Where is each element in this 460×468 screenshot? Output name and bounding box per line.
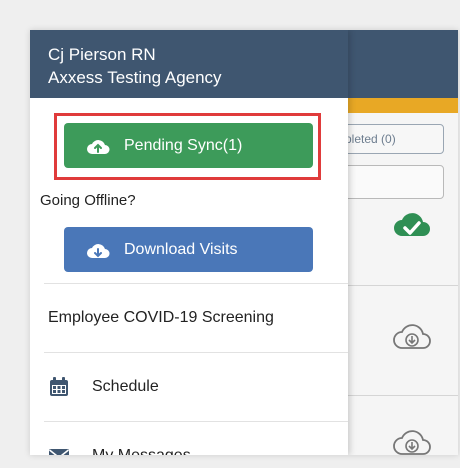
envelope-icon <box>49 449 69 455</box>
list-divider <box>348 395 458 396</box>
cloud-download-icon[interactable] <box>392 428 432 455</box>
screenshot-frame: pleted (0) Cj Pierson RN Axxess Testing … <box>0 0 460 468</box>
download-visits-button[interactable]: Download Visits <box>64 227 313 272</box>
download-visits-label: Download Visits <box>124 240 238 258</box>
user-name: Cj Pierson RN <box>48 45 156 64</box>
list-divider <box>348 285 458 286</box>
app-screen: pleted (0) Cj Pierson RN Axxess Testing … <box>30 30 458 455</box>
cloud-download-icon[interactable] <box>392 322 432 352</box>
cloud-check-icon[interactable] <box>392 210 432 240</box>
navigation-drawer: Cj Pierson RN Axxess Testing Agency Pend… <box>30 30 348 455</box>
cloud-download-icon <box>87 243 110 258</box>
calendar-icon <box>50 377 68 396</box>
menu-item-covid-screening[interactable]: Employee COVID-19 Screening <box>30 284 348 352</box>
pending-sync-label: Pending Sync(1) <box>124 136 243 154</box>
agency-name: Axxess Testing Agency <box>48 68 222 87</box>
menu-item-schedule[interactable]: Schedule <box>30 353 348 421</box>
menu-item-label: Schedule <box>92 378 159 395</box>
pending-sync-button[interactable]: Pending Sync(1) <box>64 123 313 168</box>
cloud-upload-icon <box>87 139 110 154</box>
going-offline-label: Going Offline? <box>40 192 136 209</box>
menu-item-label: My Messages <box>92 447 191 455</box>
drawer-header: Cj Pierson RN Axxess Testing Agency <box>30 30 348 98</box>
menu-item-my-messages[interactable]: My Messages <box>30 422 348 455</box>
menu-item-label: Employee COVID-19 Screening <box>48 309 274 326</box>
